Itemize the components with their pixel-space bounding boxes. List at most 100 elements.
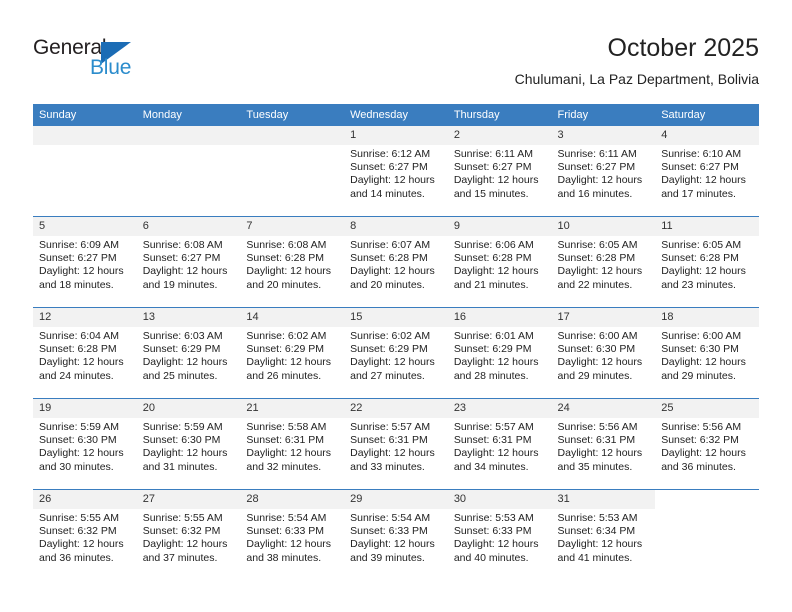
day-number: 12 bbox=[33, 308, 137, 327]
weekday-header-tuesday: Tuesday bbox=[240, 104, 345, 126]
day-cell[interactable]: 22 Sunrise: 5:57 AM Sunset: 6:31 PM Dayl… bbox=[344, 398, 448, 490]
logo-text-blue: Blue bbox=[90, 56, 132, 79]
day-cell[interactable]: 19 Sunrise: 5:59 AM Sunset: 6:30 PM Dayl… bbox=[33, 398, 137, 490]
daylight-text: Daylight: 12 hours bbox=[350, 265, 435, 278]
daylight-text-2: and 39 minutes. bbox=[350, 551, 425, 564]
day-number: 28 bbox=[240, 490, 345, 509]
daylight-text: Daylight: 12 hours bbox=[661, 447, 746, 460]
daylight-text: Daylight: 12 hours bbox=[246, 265, 332, 278]
weekday-header-saturday: Saturday bbox=[655, 104, 759, 126]
sunrise-text: Sunrise: 6:01 AM bbox=[453, 330, 534, 342]
day-cell[interactable]: 4 Sunrise: 6:10 AM Sunset: 6:27 PM Dayli… bbox=[655, 126, 759, 217]
daylight-text-2: and 25 minutes. bbox=[142, 369, 218, 382]
day-cell[interactable]: 18 Sunrise: 6:00 AM Sunset: 6:30 PM Dayl… bbox=[655, 307, 759, 399]
day-cell[interactable]: 21 Sunrise: 5:58 AM Sunset: 6:31 PM Dayl… bbox=[240, 398, 345, 490]
sunrise-text: Sunrise: 6:08 AM bbox=[142, 239, 223, 251]
daylight-text: Daylight: 12 hours bbox=[246, 538, 332, 551]
day-cell[interactable]: 24 Sunrise: 5:56 AM Sunset: 6:31 PM Dayl… bbox=[551, 398, 656, 490]
sunrise-text: Sunrise: 5:56 AM bbox=[661, 421, 742, 433]
day-cell[interactable]: 26 Sunrise: 5:55 AM Sunset: 6:32 PM Dayl… bbox=[33, 489, 137, 580]
day-cell[interactable]: 6 Sunrise: 6:08 AM Sunset: 6:27 PM Dayli… bbox=[136, 216, 241, 308]
day-number: 8 bbox=[344, 217, 448, 236]
daylight-text: Daylight: 12 hours bbox=[453, 265, 539, 278]
daylight-text-2: and 23 minutes. bbox=[661, 278, 736, 291]
sunset-text: Sunset: 6:34 PM bbox=[557, 525, 636, 538]
sunrise-text: Sunrise: 6:00 AM bbox=[557, 330, 638, 342]
daylight-text: Daylight: 12 hours bbox=[453, 447, 539, 460]
day-number: 16 bbox=[447, 308, 552, 327]
day-number: 9 bbox=[447, 217, 552, 236]
day-number: 7 bbox=[240, 217, 345, 236]
day-cell[interactable]: 7 Sunrise: 6:08 AM Sunset: 6:28 PM Dayli… bbox=[240, 216, 345, 308]
day-cell[interactable]: 11 Sunrise: 6:05 AM Sunset: 6:28 PM Dayl… bbox=[655, 216, 759, 308]
daylight-text-2: and 18 minutes. bbox=[39, 278, 114, 291]
day-number: 24 bbox=[551, 399, 656, 418]
day-number: 13 bbox=[136, 308, 241, 327]
day-number: 23 bbox=[447, 399, 552, 418]
sunset-text: Sunset: 6:27 PM bbox=[142, 252, 221, 265]
day-number: 31 bbox=[551, 490, 656, 509]
day-number: 10 bbox=[551, 217, 656, 236]
day-cell[interactable]: 17 Sunrise: 6:00 AM Sunset: 6:30 PM Dayl… bbox=[551, 307, 656, 399]
page-header: General Blue October 2025 Chulumani, La … bbox=[0, 0, 792, 100]
sunset-text: Sunset: 6:31 PM bbox=[453, 434, 532, 447]
daylight-text: Daylight: 12 hours bbox=[246, 356, 332, 369]
daylight-text-2: and 29 minutes. bbox=[557, 369, 633, 382]
title-block: October 2025 Chulumani, La Paz Departmen… bbox=[515, 32, 759, 89]
day-cell[interactable]: 28 Sunrise: 5:54 AM Sunset: 6:33 PM Dayl… bbox=[240, 489, 345, 580]
sunset-text: Sunset: 6:29 PM bbox=[453, 343, 532, 356]
day-number: 30 bbox=[447, 490, 552, 509]
daylight-text-2: and 28 minutes. bbox=[453, 369, 529, 382]
sunrise-text: Sunrise: 5:53 AM bbox=[557, 512, 638, 524]
day-cell[interactable] bbox=[655, 489, 759, 580]
day-number: 19 bbox=[33, 399, 137, 418]
daylight-text-2: and 16 minutes. bbox=[557, 187, 633, 200]
sunrise-text: Sunrise: 6:07 AM bbox=[350, 239, 431, 251]
day-cell[interactable]: 1 Sunrise: 6:12 AM Sunset: 6:27 PM Dayli… bbox=[344, 126, 448, 217]
sunrise-text: Sunrise: 6:10 AM bbox=[661, 148, 742, 160]
day-cell[interactable]: 31 Sunrise: 5:53 AM Sunset: 6:34 PM Dayl… bbox=[551, 489, 656, 580]
calendar-page: General Blue October 2025 Chulumani, La … bbox=[0, 0, 792, 612]
day-cell[interactable]: 2 Sunrise: 6:11 AM Sunset: 6:27 PM Dayli… bbox=[447, 126, 552, 217]
day-cell[interactable] bbox=[136, 126, 241, 217]
day-cell[interactable]: 3 Sunrise: 6:11 AM Sunset: 6:27 PM Dayli… bbox=[551, 126, 656, 217]
sunrise-text: Sunrise: 6:09 AM bbox=[39, 239, 119, 251]
day-cell[interactable]: 12 Sunrise: 6:04 AM Sunset: 6:28 PM Dayl… bbox=[33, 307, 137, 399]
day-cell[interactable]: 16 Sunrise: 6:01 AM Sunset: 6:29 PM Dayl… bbox=[447, 307, 552, 399]
sunset-text: Sunset: 6:32 PM bbox=[39, 525, 117, 538]
sunset-text: Sunset: 6:27 PM bbox=[557, 161, 636, 174]
daylight-text-2: and 19 minutes. bbox=[142, 278, 218, 291]
sunrise-text: Sunrise: 6:06 AM bbox=[453, 239, 534, 251]
daylight-text: Daylight: 12 hours bbox=[350, 356, 435, 369]
sunset-text: Sunset: 6:30 PM bbox=[661, 343, 739, 356]
day-cell[interactable]: 14 Sunrise: 6:02 AM Sunset: 6:29 PM Dayl… bbox=[240, 307, 345, 399]
day-cell[interactable]: 23 Sunrise: 5:57 AM Sunset: 6:31 PM Dayl… bbox=[447, 398, 552, 490]
day-cell[interactable]: 25 Sunrise: 5:56 AM Sunset: 6:32 PM Dayl… bbox=[655, 398, 759, 490]
daylight-text-2: and 15 minutes. bbox=[453, 187, 529, 200]
daylight-text: Daylight: 12 hours bbox=[453, 174, 539, 187]
day-number bbox=[33, 126, 137, 145]
day-cell[interactable]: 27 Sunrise: 5:55 AM Sunset: 6:32 PM Dayl… bbox=[136, 489, 241, 580]
sunrise-text: Sunrise: 5:58 AM bbox=[246, 421, 327, 433]
day-number: 22 bbox=[344, 399, 448, 418]
day-cell[interactable]: 10 Sunrise: 6:05 AM Sunset: 6:28 PM Dayl… bbox=[551, 216, 656, 308]
sunset-text: Sunset: 6:28 PM bbox=[453, 252, 532, 265]
daylight-text-2: and 21 minutes. bbox=[453, 278, 529, 291]
day-cell[interactable] bbox=[33, 126, 137, 217]
day-cell[interactable]: 30 Sunrise: 5:53 AM Sunset: 6:33 PM Dayl… bbox=[447, 489, 552, 580]
day-cell[interactable]: 8 Sunrise: 6:07 AM Sunset: 6:28 PM Dayli… bbox=[344, 216, 448, 308]
sunset-text: Sunset: 6:30 PM bbox=[557, 343, 636, 356]
sunrise-text: Sunrise: 5:59 AM bbox=[39, 421, 119, 433]
daylight-text-2: and 31 minutes. bbox=[142, 460, 218, 473]
calendar-header-row: Sunday Monday Tuesday Wednesday Thursday… bbox=[33, 104, 759, 126]
day-cell[interactable]: 29 Sunrise: 5:54 AM Sunset: 6:33 PM Dayl… bbox=[344, 489, 448, 580]
day-cell[interactable]: 13 Sunrise: 6:03 AM Sunset: 6:29 PM Dayl… bbox=[136, 307, 241, 399]
day-cell[interactable] bbox=[240, 126, 345, 217]
day-number: 15 bbox=[344, 308, 448, 327]
day-cell[interactable]: 15 Sunrise: 6:02 AM Sunset: 6:29 PM Dayl… bbox=[344, 307, 448, 399]
day-number: 4 bbox=[655, 126, 759, 145]
sunset-text: Sunset: 6:28 PM bbox=[246, 252, 325, 265]
day-cell[interactable]: 20 Sunrise: 5:59 AM Sunset: 6:30 PM Dayl… bbox=[136, 398, 241, 490]
day-cell[interactable]: 5 Sunrise: 6:09 AM Sunset: 6:27 PM Dayli… bbox=[33, 216, 137, 308]
day-cell[interactable]: 9 Sunrise: 6:06 AM Sunset: 6:28 PM Dayli… bbox=[447, 216, 552, 308]
